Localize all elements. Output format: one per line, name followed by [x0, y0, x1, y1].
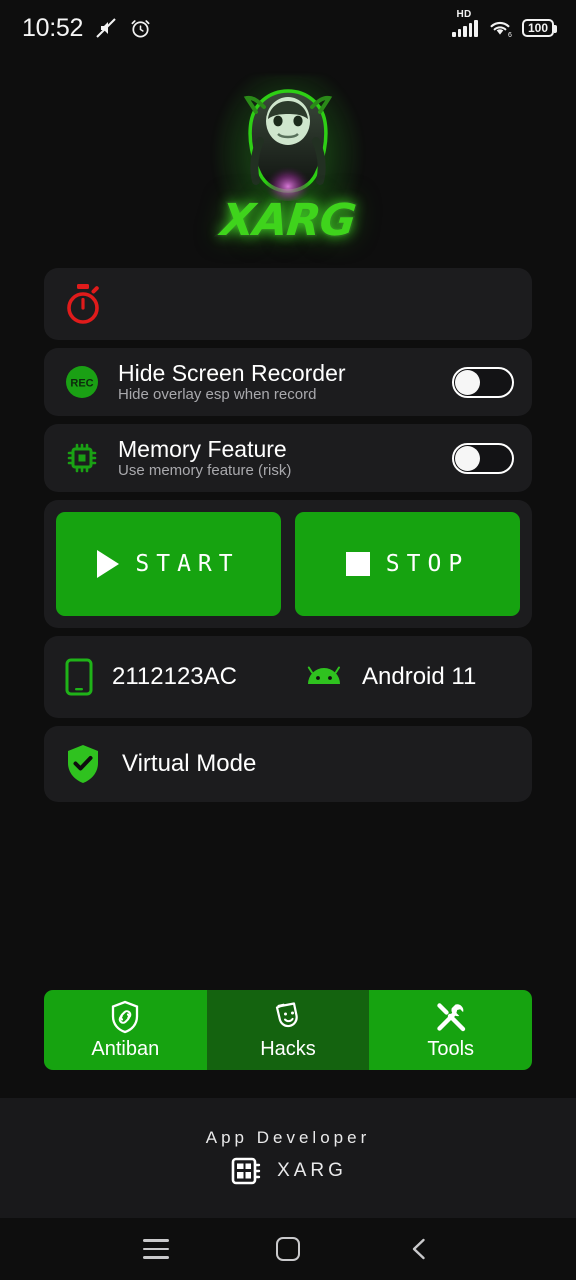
home-button[interactable] [263, 1229, 313, 1269]
bottom-nav-tabs: Antiban Hacks Tools [44, 990, 532, 1070]
hide-screen-recorder-subtitle: Hide overlay esp when record [118, 386, 317, 404]
recents-button[interactable] [131, 1229, 181, 1269]
start-button[interactable]: START [56, 512, 281, 616]
stop-button[interactable]: STOP [295, 512, 520, 616]
theater-masks-icon [275, 1002, 298, 1028]
status-bar: 10:52 HD 6 100 [0, 0, 576, 56]
tab-antiban[interactable]: Antiban [44, 990, 207, 1070]
alarm-icon [131, 19, 150, 38]
wifi-icon: 6 [490, 21, 512, 38]
android-version: Android 11 [362, 663, 477, 690]
menu-icon [143, 1239, 169, 1259]
status-bar-left: 10:52 [22, 14, 152, 43]
hide-screen-recorder-title: Hide Screen Recorder [118, 359, 346, 386]
timer-card [44, 268, 532, 340]
shield-link-icon [112, 1000, 139, 1034]
shield-check-icon [68, 745, 98, 783]
device-model-group: 2112123AC [64, 658, 304, 696]
smartphone-icon [65, 658, 93, 696]
hide-screen-recorder-toggle[interactable] [452, 366, 514, 398]
stopwatch-icon [67, 284, 99, 324]
logo-wordmark: XARG [217, 193, 359, 247]
network-type-label: HD [456, 8, 472, 20]
tab-tools-label: Tools [427, 1038, 475, 1060]
svg-text:6: 6 [508, 32, 512, 38]
stop-square-icon [345, 552, 370, 576]
memory-feature-subtitle: Use memory feature (risk) [118, 462, 292, 480]
status-time: 10:52 [22, 13, 84, 42]
tab-hacks[interactable]: Hacks [206, 990, 370, 1070]
hide-screen-recorder-card[interactable]: REC Hide Screen Recorder Hide overlay es… [44, 348, 532, 416]
toggle-knob [455, 445, 480, 471]
battery-indicator: 100 [521, 19, 558, 37]
android-version-group: Android 11 [304, 663, 476, 691]
memory-feature-row[interactable]: Memory Feature Use memory feature (risk) [44, 424, 532, 492]
memory-feature-title: Memory Feature [118, 435, 287, 462]
app-logo: XARG [0, 56, 576, 268]
virtual-mode-label: Virtual Mode [122, 750, 257, 777]
memory-module-icon [231, 1157, 261, 1185]
memory-feature-toggle[interactable] [452, 442, 514, 474]
virtual-mode-card: Virtual Mode [44, 726, 532, 802]
rec-icon: REC [62, 364, 102, 400]
back-button[interactable] [395, 1229, 445, 1269]
back-chevron-icon [412, 1238, 425, 1260]
tab-antiban-label: Antiban [91, 1038, 160, 1060]
home-square-icon [276, 1237, 300, 1261]
footer-title: App Developer [205, 1128, 371, 1147]
action-buttons-card: START STOP [44, 500, 532, 628]
hide-screen-recorder-text: Hide Screen Recorder Hide overlay esp wh… [102, 360, 452, 404]
footer: App Developer XARG [0, 1098, 576, 1218]
play-icon [97, 550, 120, 578]
tools-icon [436, 1003, 465, 1032]
status-bar-right: HD 6 100 [452, 9, 558, 38]
mute-icon [96, 18, 116, 38]
toggle-knob [455, 369, 480, 395]
android-robot-icon [307, 666, 340, 684]
start-button-label: START [135, 551, 240, 577]
svg-text:REC: REC [70, 378, 93, 390]
hide-screen-recorder-row[interactable]: REC Hide Screen Recorder Hide overlay es… [44, 348, 532, 416]
stop-button-label: STOP [385, 551, 470, 577]
memory-chip-icon [62, 441, 102, 475]
signal-icon: HD [452, 9, 478, 37]
device-info-card: 2112123AC Android 11 [44, 636, 532, 718]
memory-feature-text: Memory Feature Use memory feature (risk) [102, 436, 452, 480]
device-model: 2112123AC [112, 663, 237, 690]
tab-hacks-label: Hacks [260, 1038, 316, 1060]
memory-feature-card[interactable]: Memory Feature Use memory feature (risk) [44, 424, 532, 492]
footer-developer-name: XARG [277, 1160, 347, 1181]
system-navigation-bar [0, 1218, 576, 1280]
footer-developer: XARG [229, 1154, 347, 1188]
tab-tools[interactable]: Tools [369, 990, 532, 1070]
